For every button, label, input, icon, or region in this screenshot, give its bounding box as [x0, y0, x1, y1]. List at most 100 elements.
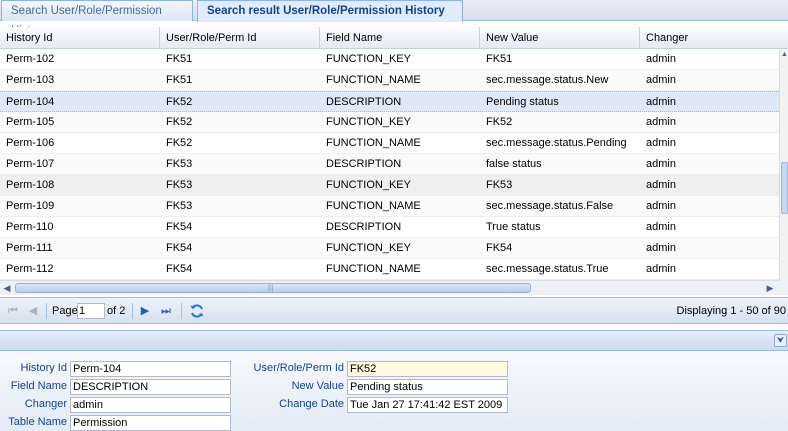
cell-history-id: Perm-108	[6, 179, 55, 191]
cell-new-value: FK51	[486, 53, 513, 65]
page-label: Page	[52, 305, 78, 317]
vertical-scrollbar[interactable]: ▲ ▼	[779, 49, 788, 295]
cell-history-id: Perm-106	[6, 137, 55, 149]
table-name-field[interactable]	[70, 415, 231, 431]
changer-label: Changer	[24, 398, 67, 410]
history-id-field[interactable]	[70, 361, 231, 377]
cell-changer: admin	[646, 137, 676, 149]
table-name-label: Table Name	[8, 416, 67, 428]
tab-search-result[interactable]: Search result User/Role/Permission Histo…	[197, 0, 463, 22]
cell-changer: admin	[646, 242, 676, 254]
cell-perm-id: FK53	[166, 158, 193, 170]
cell-history-id: Perm-107	[6, 158, 55, 170]
column-header-perm-id[interactable]: User/Role/Perm Id	[160, 27, 320, 49]
page-count-label: of 2	[107, 305, 126, 317]
perm-id-label: User/Role/Perm Id	[253, 362, 344, 374]
column-header-changer[interactable]: Changer	[640, 27, 788, 49]
cell-perm-id: FK52	[166, 137, 193, 149]
cell-changer: admin	[646, 221, 676, 233]
new-value-label: New Value	[291, 380, 344, 392]
first-page-icon[interactable]: ⏮	[6, 304, 20, 318]
scroll-grip-icon: |||	[268, 285, 274, 292]
toolbar-separator	[46, 303, 47, 319]
cell-perm-id: FK54	[166, 221, 193, 233]
table-row[interactable]: Perm-106 FK52 FUNCTION_NAME sec.message.sta…	[0, 133, 779, 154]
cell-field-name: FUNCTION_NAME	[326, 137, 421, 149]
prev-page-icon[interactable]: ◀	[26, 304, 40, 318]
cell-history-id: Perm-109	[6, 200, 55, 212]
cell-perm-id: FK51	[166, 53, 193, 65]
cell-new-value: Pending status	[486, 96, 559, 108]
cell-perm-id: FK53	[166, 179, 193, 191]
table-row[interactable]: Perm-109 FK53 FUNCTION_NAME sec.message.sta…	[0, 196, 779, 217]
tab-search-history[interactable]: Search User/Role/Permission History	[1, 0, 193, 37]
cell-history-id: Perm-102	[6, 53, 55, 65]
paging-toolbar: ⏮ ◀ Page of 2 ▶ ⏭ Displaying 1 - 50 of 9…	[0, 297, 788, 324]
cell-field-name: DESCRIPTION	[326, 221, 402, 233]
new-value-field[interactable]	[347, 379, 508, 395]
table-row[interactable]: Perm-102 FK51 FUNCTION_KEY FK51 admin	[0, 50, 779, 70]
perm-id-field[interactable]	[347, 361, 508, 377]
vertical-scroll-thumb[interactable]	[781, 162, 788, 214]
cell-history-id: Perm-104	[6, 96, 55, 108]
scroll-left-icon[interactable]: ◀	[0, 281, 14, 295]
change-date-field[interactable]	[347, 397, 508, 413]
cell-new-value: sec.message.status.New	[486, 74, 609, 86]
history-grid: History Id User/Role/Perm Id Field Name …	[0, 27, 788, 295]
table-row[interactable]: Perm-107 FK53 DESCRIPTION false status admin	[0, 154, 779, 175]
cell-perm-id: FK52	[166, 116, 193, 128]
cell-field-name: FUNCTION_KEY	[326, 179, 411, 191]
toolbar-separator	[181, 303, 182, 319]
cell-perm-id: FK53	[166, 200, 193, 212]
table-row[interactable]: Perm-112 FK54 FUNCTION_NAME sec.message.sta…	[0, 259, 779, 280]
display-count-text: Displaying 1 - 50 of 90	[676, 305, 786, 317]
cell-changer: admin	[646, 200, 676, 212]
cell-history-id: Perm-105	[6, 116, 55, 128]
scroll-up-icon[interactable]: ▲	[780, 49, 788, 61]
cell-field-name: DESCRIPTION	[326, 96, 402, 108]
changer-field[interactable]	[70, 397, 231, 413]
toolbar-separator	[132, 303, 133, 319]
table-row[interactable]: Perm-103 FK51 FUNCTION_NAME sec.message.sta…	[0, 70, 779, 91]
cell-changer: admin	[646, 74, 676, 86]
cell-new-value: sec.message.status.Pending	[486, 137, 627, 149]
grid-body: Perm-102 FK51 FUNCTION_KEY FK51 admin Perm-10…	[0, 50, 779, 295]
cell-changer: admin	[646, 53, 676, 65]
table-row[interactable]: Perm-108 FK53 FUNCTION_KEY FK53 admin	[0, 175, 779, 196]
detail-panel: History Id Field Name Changer Table Name…	[0, 351, 788, 431]
tab-strip: Search User/Role/Permission History Sear…	[0, 0, 788, 37]
table-row[interactable]: Perm-104 FK52 DESCRIPTION Pending status adm…	[0, 91, 779, 112]
next-page-icon[interactable]: ▶	[138, 304, 152, 318]
column-header-history-id[interactable]: History Id	[0, 27, 160, 49]
cell-changer: admin	[646, 116, 676, 128]
table-row[interactable]: Perm-110 FK54 DESCRIPTION True status admin	[0, 217, 779, 238]
cell-new-value: false status	[486, 158, 542, 170]
cell-new-value: sec.message.status.True	[486, 263, 609, 275]
last-page-icon[interactable]: ⏭	[159, 304, 173, 318]
cell-perm-id: FK54	[166, 242, 193, 254]
column-header-new-value[interactable]: New Value	[480, 27, 640, 49]
cell-changer: admin	[646, 96, 676, 108]
column-header-field-name[interactable]: Field Name	[320, 27, 480, 49]
cell-changer: admin	[646, 263, 676, 275]
cell-history-id: Perm-111	[6, 242, 53, 254]
collapse-chevron-icon[interactable]: ⮟	[774, 334, 787, 347]
scroll-right-icon[interactable]: ▶	[763, 281, 777, 295]
cell-perm-id: FK54	[166, 263, 193, 275]
cell-field-name: DESCRIPTION	[326, 158, 402, 170]
cell-changer: admin	[646, 158, 676, 170]
change-date-label: Change Date	[279, 398, 344, 410]
cell-new-value: True status	[486, 221, 541, 233]
cell-history-id: Perm-112	[6, 263, 54, 275]
refresh-icon[interactable]	[189, 303, 205, 319]
scroll-corner	[779, 280, 788, 295]
table-row[interactable]: Perm-111 FK54 FUNCTION_KEY FK54 admin	[0, 238, 779, 259]
table-row[interactable]: Perm-105 FK52 FUNCTION_KEY FK52 admin	[0, 112, 779, 133]
cell-field-name: FUNCTION_KEY	[326, 116, 411, 128]
history-id-label: History Id	[20, 362, 67, 374]
horizontal-scrollbar[interactable]: ◀ ||| ▶	[0, 280, 779, 295]
field-name-field[interactable]	[70, 379, 231, 395]
cell-new-value: sec.message.status.False	[486, 200, 614, 212]
horizontal-scroll-thumb[interactable]: |||	[15, 283, 531, 293]
page-number-input[interactable]	[77, 303, 105, 319]
